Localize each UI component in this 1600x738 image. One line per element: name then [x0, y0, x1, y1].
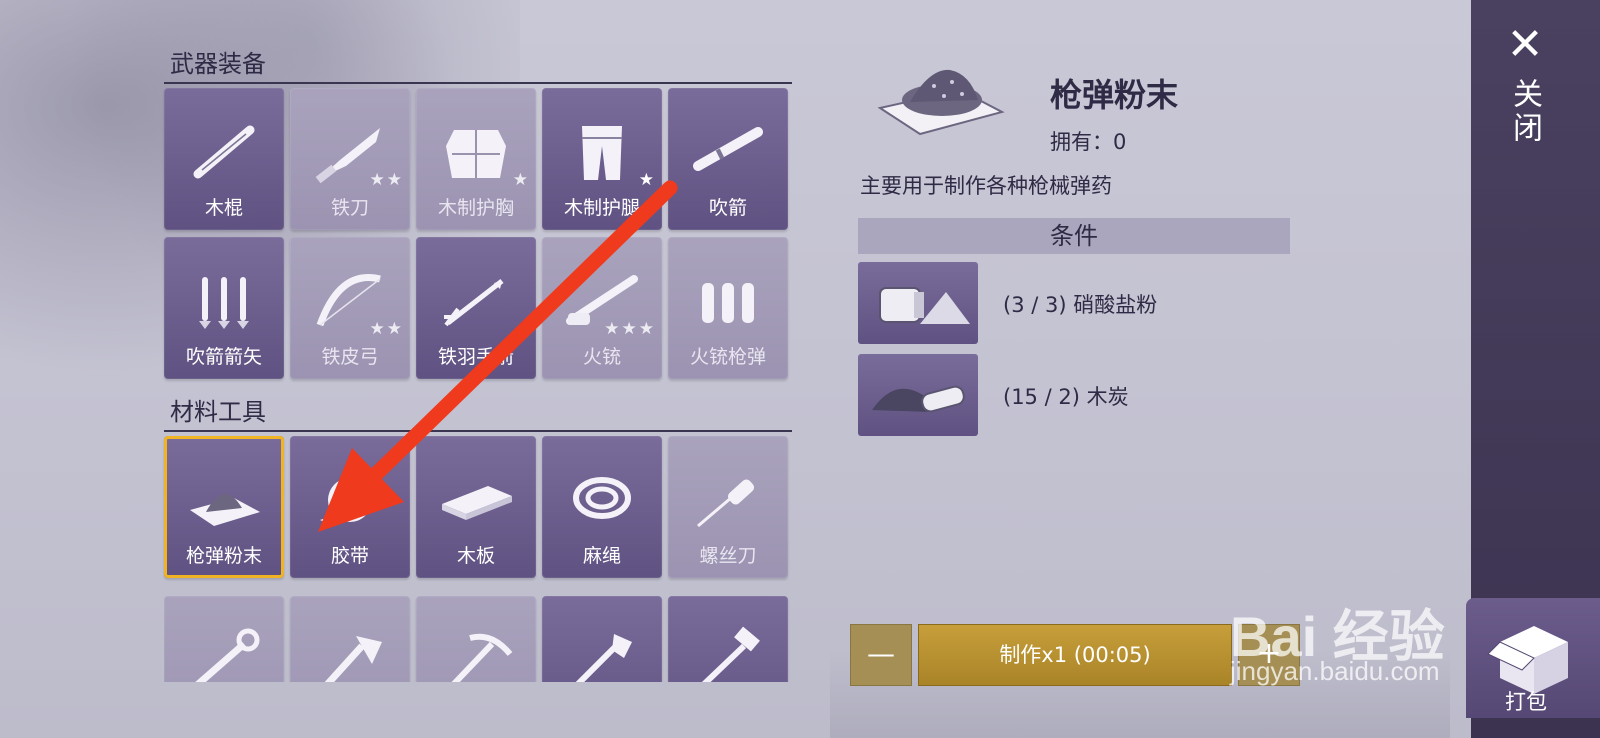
star-rating: ★★ — [369, 319, 404, 339]
tape-icon — [320, 478, 372, 526]
bullets-icon — [702, 283, 754, 323]
tile-label: 胶带 — [330, 545, 369, 567]
tools-row-clip — [164, 596, 804, 682]
tools_row-tile[interactable] — [668, 596, 788, 682]
stone-hammer-icon — [701, 626, 760, 682]
star-rating: ★ — [638, 170, 656, 190]
materials-tile[interactable]: 枪弹粉末 — [164, 436, 284, 578]
tools_row-tile[interactable] — [416, 596, 536, 682]
materials-tile[interactable]: 螺丝刀 — [668, 436, 788, 578]
close-button-label[interactable]: 关闭 — [1506, 78, 1546, 146]
tools_row-tile[interactable] — [542, 596, 662, 682]
axe-icon — [324, 636, 382, 682]
weapons-tile[interactable]: ★★★ 火铳 — [542, 237, 662, 379]
stone-axe-icon — [575, 634, 632, 682]
section-title-materials: 材料工具 — [170, 398, 266, 426]
tile-label: 铁皮弓 — [321, 346, 379, 368]
materials-tile[interactable]: 木板 — [416, 436, 536, 578]
section-divider — [164, 430, 792, 432]
wrench-icon — [195, 628, 260, 682]
material-text-nitrate: (3 / 3) 硝酸盐粉 — [1003, 293, 1158, 317]
weapons-tile[interactable]: 木棍 — [164, 88, 284, 230]
tools_row-tile[interactable] — [290, 596, 410, 682]
tile-label: 铁羽手箭 — [437, 346, 514, 368]
weapons-tile[interactable]: ★ 木制护胸 — [416, 88, 536, 230]
tile-label: 麻绳 — [582, 545, 621, 567]
pickaxe-icon — [451, 633, 513, 682]
section-title-weapons: 武器装备 — [170, 50, 266, 78]
leg-armor-icon — [582, 126, 622, 180]
darts-icon — [199, 277, 249, 329]
material-text-charcoal: (15 / 2) 木炭 — [1003, 385, 1129, 409]
close-icon[interactable]: ✕ — [1505, 23, 1545, 67]
arrow-icon — [444, 279, 504, 327]
plank-icon — [442, 486, 512, 520]
star-rating: ★ — [512, 170, 530, 190]
tile-label: 吹箭 — [708, 197, 747, 219]
watermark-url: jingyan.baidu.com — [1230, 656, 1440, 686]
weapons-tile[interactable]: 吹箭箭矢 — [164, 237, 284, 379]
materials-tile[interactable]: 麻绳 — [542, 436, 662, 578]
item-description: 主要用于制作各种枪械弹药 — [860, 174, 1112, 198]
tools-grid — [164, 596, 804, 682]
materials-grid: 枪弹粉末 胶带 木板 麻绳 螺丝刀 — [164, 436, 804, 578]
pack-button-label[interactable]: 打包 — [1496, 686, 1556, 716]
tile-label: 螺丝刀 — [699, 545, 757, 567]
materials-tile[interactable]: 胶带 — [290, 436, 410, 578]
weapons-tile[interactable]: 吹箭 — [668, 88, 788, 230]
weapons-tile[interactable]: ★★ 铁刀 — [290, 88, 410, 230]
item-title: 枪弹粉末 — [1050, 76, 1179, 114]
tile-label: 铁刀 — [330, 197, 369, 219]
craft-button[interactable]: 制作x1 (00:05) — [918, 624, 1232, 686]
star-rating: ★★ — [369, 170, 404, 190]
owned-count: 拥有：0 — [1050, 130, 1127, 154]
tools_row-tile[interactable] — [164, 596, 284, 682]
weapons-tile[interactable]: 火铳枪弹 — [668, 237, 788, 379]
material-slot-charcoal[interactable] — [858, 354, 978, 436]
tile-label: 吹箭箭矢 — [185, 346, 262, 368]
tile-label: 木制护腿 — [563, 197, 640, 219]
material-slot-nitrate[interactable] — [858, 262, 978, 344]
tile-label: 木板 — [456, 545, 495, 567]
charcoal-icon — [872, 385, 965, 413]
chest-armor-icon — [446, 130, 506, 178]
powder-icon — [190, 493, 260, 526]
weapons-tile[interactable]: ★★ 铁皮弓 — [290, 237, 410, 379]
tile-label: 火铳枪弹 — [689, 346, 766, 368]
rope-icon — [573, 477, 631, 519]
tile-label: 火铳 — [582, 346, 621, 368]
powder-icon — [877, 69, 1005, 136]
section-divider — [164, 82, 792, 84]
stick-icon — [193, 125, 255, 179]
tile-label: 木棍 — [204, 197, 243, 219]
star-rating: ★★★ — [604, 319, 656, 339]
weapons-grid: 木棍 ★★ 铁刀 ★ 木制护胸 ★ 木制护腿 吹箭 吹箭箭矢 ★★ 铁皮弓 铁羽手箭 ★★★ 火铳 火铳枪弹 — [164, 88, 804, 379]
weapons-tile[interactable]: 铁羽手箭 — [416, 237, 536, 379]
decrease-quantity-button[interactable]: — — [850, 624, 912, 686]
screwdriver-icon — [697, 479, 755, 528]
blowgun-icon — [693, 127, 763, 171]
weapons-tile[interactable]: ★ 木制护腿 — [542, 88, 662, 230]
tile-label: 枪弹粉末 — [185, 545, 262, 567]
tile-label: 木制护胸 — [437, 197, 514, 219]
conditions-header: 条件 — [858, 218, 1290, 254]
nitrate-powder-icon — [879, 287, 970, 324]
